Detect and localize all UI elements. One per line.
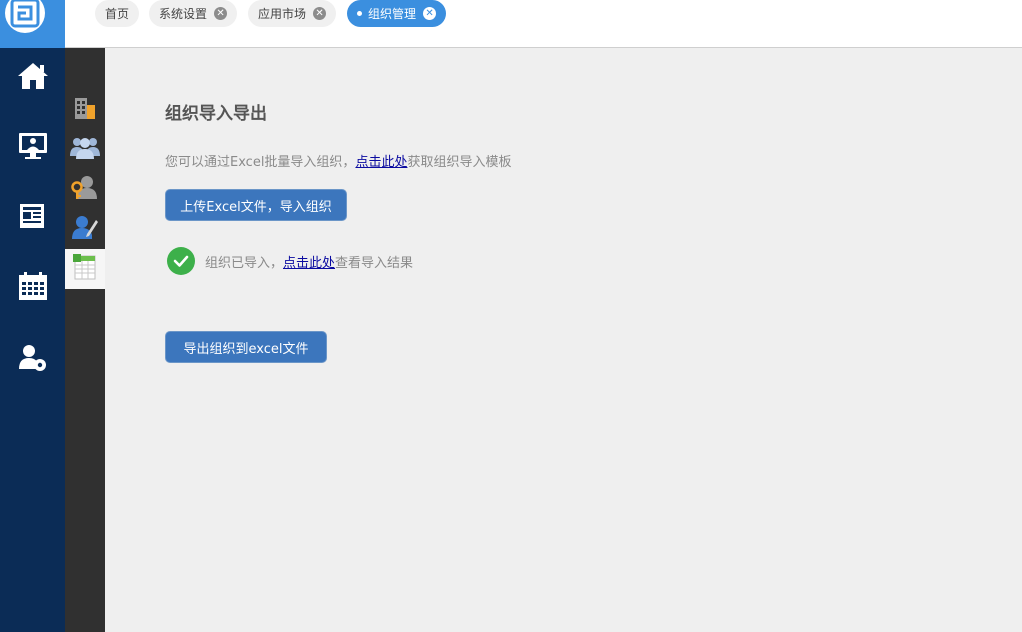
- import-description: 您可以通过Excel批量导入组织，点击此处获取组织导入模板: [165, 151, 511, 170]
- sub-item-user-groups[interactable]: [65, 129, 105, 169]
- sub-item-import-export[interactable]: [65, 249, 105, 289]
- export-excel-button[interactable]: 导出组织到excel文件: [165, 331, 327, 363]
- active-dot: [357, 11, 362, 16]
- tab-bar: 首页 系统设置 ✕ 应用市场 ✕ 组织管理 ✕: [65, 0, 1022, 48]
- news-icon: [19, 202, 47, 234]
- sub-nav: [65, 48, 105, 632]
- user-key-icon: [71, 174, 99, 204]
- tab-system-settings[interactable]: 系统设置 ✕: [149, 0, 238, 27]
- tab-app-market[interactable]: 应用市场 ✕: [248, 0, 337, 27]
- logo-area: [0, 0, 65, 48]
- tab-org-management[interactable]: 组织管理 ✕: [347, 0, 447, 27]
- left-nav: [0, 0, 65, 632]
- nav-calendar[interactable]: [0, 258, 65, 318]
- sub-item-org-structure[interactable]: [65, 90, 105, 130]
- home-icon: [17, 61, 49, 95]
- import-status: 组织已导入， 点击此处 查看导入结果: [167, 247, 413, 275]
- tab-label: 应用市场: [258, 7, 307, 21]
- tab-label: 首页: [105, 7, 130, 21]
- nav-news[interactable]: [0, 188, 65, 248]
- tab-label: 系统设置: [159, 7, 208, 21]
- desc-text-suffix: 获取组织导入模板: [407, 155, 512, 170]
- sub-item-user-edit[interactable]: [65, 209, 105, 249]
- template-download-link[interactable]: 点击此处: [355, 155, 407, 170]
- close-icon[interactable]: ✕: [423, 7, 437, 20]
- user-settings-icon: [18, 343, 48, 377]
- close-icon[interactable]: ✕: [313, 7, 327, 20]
- main-content: 组织导入导出 您可以通过Excel批量导入组织，点击此处获取组织导入模板 上传E…: [105, 49, 1022, 632]
- user-edit-icon: [71, 214, 99, 244]
- building-icon: [73, 96, 97, 124]
- tab-home[interactable]: 首页: [95, 0, 140, 27]
- nav-user-settings[interactable]: [0, 330, 65, 390]
- tab-label: 组织管理: [368, 7, 417, 21]
- spreadsheet-icon: [72, 253, 98, 285]
- view-result-link[interactable]: 点击此处: [283, 252, 335, 271]
- status-text-suffix: 查看导入结果: [335, 255, 414, 271]
- nav-monitor[interactable]: [0, 118, 65, 178]
- desc-text: 您可以通过Excel批量导入组织，: [165, 155, 356, 170]
- upload-excel-button[interactable]: 上传Excel文件，导入组织: [165, 189, 347, 221]
- status-text: 组织已导入，: [205, 255, 284, 271]
- calendar-icon: [18, 271, 48, 305]
- close-icon[interactable]: ✕: [214, 7, 228, 20]
- monitor-user-icon: [18, 132, 48, 164]
- page-title: 组织导入导出: [165, 104, 267, 124]
- nav-home[interactable]: [0, 48, 65, 108]
- logo-icon[interactable]: [5, 0, 45, 33]
- users-group-icon: [69, 134, 101, 164]
- check-icon: [167, 247, 195, 275]
- sub-item-roles[interactable]: [65, 169, 105, 209]
